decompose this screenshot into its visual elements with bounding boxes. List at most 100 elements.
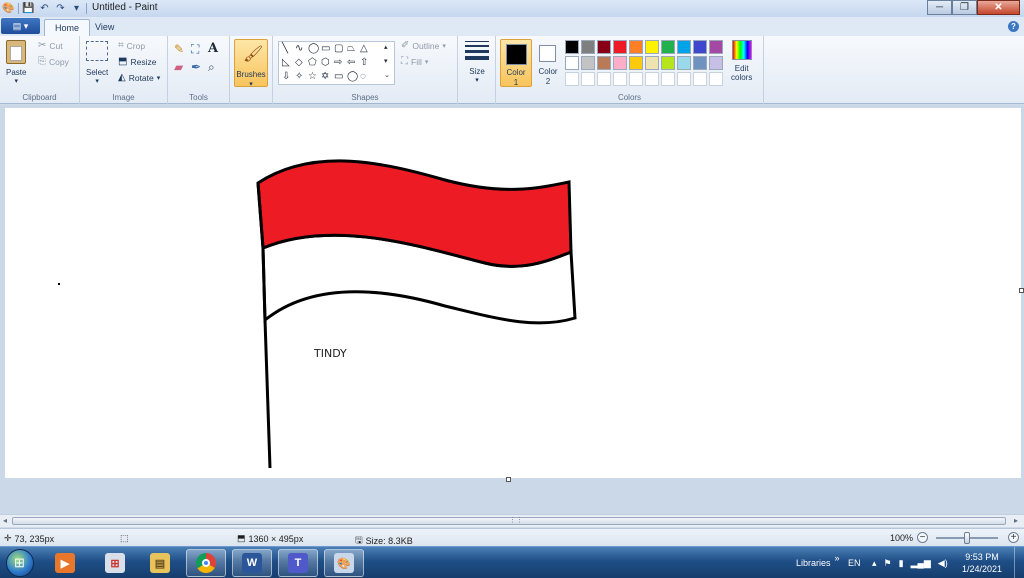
palette-swatch[interactable] xyxy=(565,56,579,70)
palette-swatch[interactable] xyxy=(613,56,627,70)
palette-swatch[interactable] xyxy=(709,40,723,54)
triangle-shape-icon[interactable]: △ xyxy=(360,43,368,54)
paste-button[interactable]: Paste ▾ xyxy=(6,40,26,85)
fill-button[interactable]: ⛶ Fill ▾ xyxy=(401,57,428,68)
resize-button[interactable]: ⬒ Resize xyxy=(118,57,156,68)
palette-swatch[interactable] xyxy=(645,40,659,54)
diamond-shape-icon[interactable]: ◇ xyxy=(295,57,303,68)
palette-swatch[interactable] xyxy=(645,56,659,70)
magnifier-icon[interactable]: ⌕ xyxy=(208,61,225,80)
palette-swatch[interactable] xyxy=(565,40,579,54)
palette-swatch[interactable] xyxy=(693,40,707,54)
resize-handle-right[interactable] xyxy=(1019,288,1024,293)
palette-swatch[interactable] xyxy=(661,40,675,54)
edit-colors-button[interactable]: Edit colors xyxy=(731,40,752,82)
minimize-button[interactable]: ─ xyxy=(927,0,952,15)
tab-view[interactable]: View xyxy=(85,19,124,36)
cut-button[interactable]: ✂ Cut xyxy=(38,41,63,52)
word-button[interactable]: W xyxy=(232,549,272,577)
line-shape-icon[interactable]: ╲ xyxy=(282,43,288,54)
color2-button[interactable]: Color 2 xyxy=(532,39,564,87)
palette-swatch[interactable] xyxy=(613,72,627,86)
outline-button[interactable]: ✐ Outline ▾ xyxy=(401,41,446,52)
oval-callout-shape-icon[interactable]: ◯ xyxy=(347,71,358,82)
undo-icon[interactable]: ↶ xyxy=(38,2,51,15)
volume-icon[interactable]: ◀) xyxy=(938,558,948,569)
horizontal-scrollbar[interactable]: ◂ ⋮⋮ ▸ xyxy=(0,514,1024,527)
rotate-button[interactable]: ◭ Rotate ▾ xyxy=(118,73,160,84)
palette-swatch[interactable] xyxy=(597,40,611,54)
customize-icon[interactable]: ▾ xyxy=(70,2,83,15)
color1-button[interactable]: Color 1 xyxy=(500,39,532,87)
five-point-star-shape-icon[interactable]: ☆ xyxy=(308,71,317,82)
right-arrow-shape-icon[interactable]: ⇨ xyxy=(334,57,342,68)
rounded-rectangle-shape-icon[interactable]: ▢ xyxy=(334,43,343,54)
palette-swatch[interactable] xyxy=(629,72,643,86)
language-indicator[interactable]: EN xyxy=(848,547,861,578)
shapes-gallery[interactable]: ╲ ∿ ◯ ▭ ▢ ⏢ △ ◺ ◇ ⬠ ⬡ ⇨ ⇦ ⇧ ⇩ ✧ ☆ ✡ ▭ ◯ … xyxy=(278,41,395,85)
power-icon[interactable]: ▮ xyxy=(899,558,904,569)
hexagon-shape-icon[interactable]: ⬡ xyxy=(321,57,330,68)
eraser-icon[interactable]: ▰ xyxy=(174,61,191,80)
libraries-toolbar[interactable]: Libraries » xyxy=(796,547,840,578)
palette-swatch[interactable] xyxy=(661,56,675,70)
media-player-button[interactable]: ▶ xyxy=(45,549,85,577)
palette-swatch[interactable] xyxy=(709,56,723,70)
close-button[interactable]: ✕ xyxy=(977,0,1020,15)
clock[interactable]: 9:53 PM 1/24/2021 xyxy=(962,551,1002,575)
palette-swatch[interactable] xyxy=(565,72,579,86)
palette-swatch[interactable] xyxy=(613,40,627,54)
palette-swatch[interactable] xyxy=(629,40,643,54)
maximize-button[interactable]: ❐ xyxy=(952,0,977,15)
resize-handle-bottom[interactable] xyxy=(506,477,511,482)
color-picker-icon[interactable]: ✒ xyxy=(191,61,208,80)
network-signal-icon[interactable]: ▂▄▆ xyxy=(911,558,931,569)
four-point-star-shape-icon[interactable]: ✧ xyxy=(295,71,303,82)
size-button[interactable]: Size ▾ xyxy=(465,41,489,84)
zoom-in-button[interactable]: + xyxy=(1008,532,1019,543)
palette-swatch[interactable] xyxy=(693,56,707,70)
palette-swatch[interactable] xyxy=(677,72,691,86)
redo-icon[interactable]: ↷ xyxy=(54,2,67,15)
curve-shape-icon[interactable]: ∿ xyxy=(295,43,303,54)
scrollbar-thumb[interactable]: ⋮⋮ xyxy=(12,517,1006,525)
palette-swatch[interactable] xyxy=(629,56,643,70)
pentagon-shape-icon[interactable]: ⬠ xyxy=(308,57,317,68)
palette-swatch[interactable] xyxy=(661,72,675,86)
palette-swatch[interactable] xyxy=(709,72,723,86)
up-arrow-shape-icon[interactable]: ⇧ xyxy=(360,57,368,68)
palette-swatch[interactable] xyxy=(677,40,691,54)
zoom-out-button[interactable]: − xyxy=(917,532,928,543)
palette-swatch[interactable] xyxy=(693,72,707,86)
chrome-button[interactable] xyxy=(186,549,226,577)
save-icon[interactable]: 💾 xyxy=(22,2,35,15)
help-icon[interactable]: ? xyxy=(1008,21,1019,32)
down-arrow-shape-icon[interactable]: ⇩ xyxy=(282,71,290,82)
file-explorer-button[interactable]: ▤ xyxy=(140,549,180,577)
callout-shape-icon[interactable]: ▭ xyxy=(334,71,343,82)
show-hidden-icons-icon[interactable]: ▴ xyxy=(872,558,877,569)
paint-menu-button[interactable]: ▤ ▾ xyxy=(1,18,40,34)
start-button[interactable]: ⊞ xyxy=(6,549,34,577)
scroll-up-icon[interactable]: ▴ xyxy=(384,43,388,51)
right-triangle-shape-icon[interactable]: ◺ xyxy=(282,57,290,68)
action-center-icon[interactable]: ⚑ xyxy=(884,558,892,569)
select-button[interactable]: Select ▾ xyxy=(86,41,108,85)
tab-home[interactable]: Home xyxy=(44,19,91,36)
palette-swatch[interactable] xyxy=(597,56,611,70)
palette-swatch[interactable] xyxy=(581,72,595,86)
palette-swatch[interactable] xyxy=(597,72,611,86)
palette-swatch[interactable] xyxy=(581,56,595,70)
paint-icon[interactable]: 🎨 xyxy=(2,2,15,15)
drawing-canvas[interactable]: TINDY xyxy=(5,108,1021,478)
crop-button[interactable]: ⌗ Crop xyxy=(118,41,145,52)
oval-shape-icon[interactable]: ◯ xyxy=(308,43,319,54)
zoom-slider-thumb[interactable] xyxy=(964,532,970,544)
scroll-left-icon[interactable]: ◂ xyxy=(3,516,7,525)
paint-taskbar-button[interactable]: 🎨 xyxy=(324,549,364,577)
palette-swatch[interactable] xyxy=(581,40,595,54)
copy-button[interactable]: ⎘ Copy xyxy=(38,57,69,68)
scroll-down-icon[interactable]: ▾ xyxy=(384,57,388,65)
expand-gallery-icon[interactable]: ⌄ xyxy=(384,71,390,79)
polygon-shape-icon[interactable]: ⏢ xyxy=(347,43,355,54)
